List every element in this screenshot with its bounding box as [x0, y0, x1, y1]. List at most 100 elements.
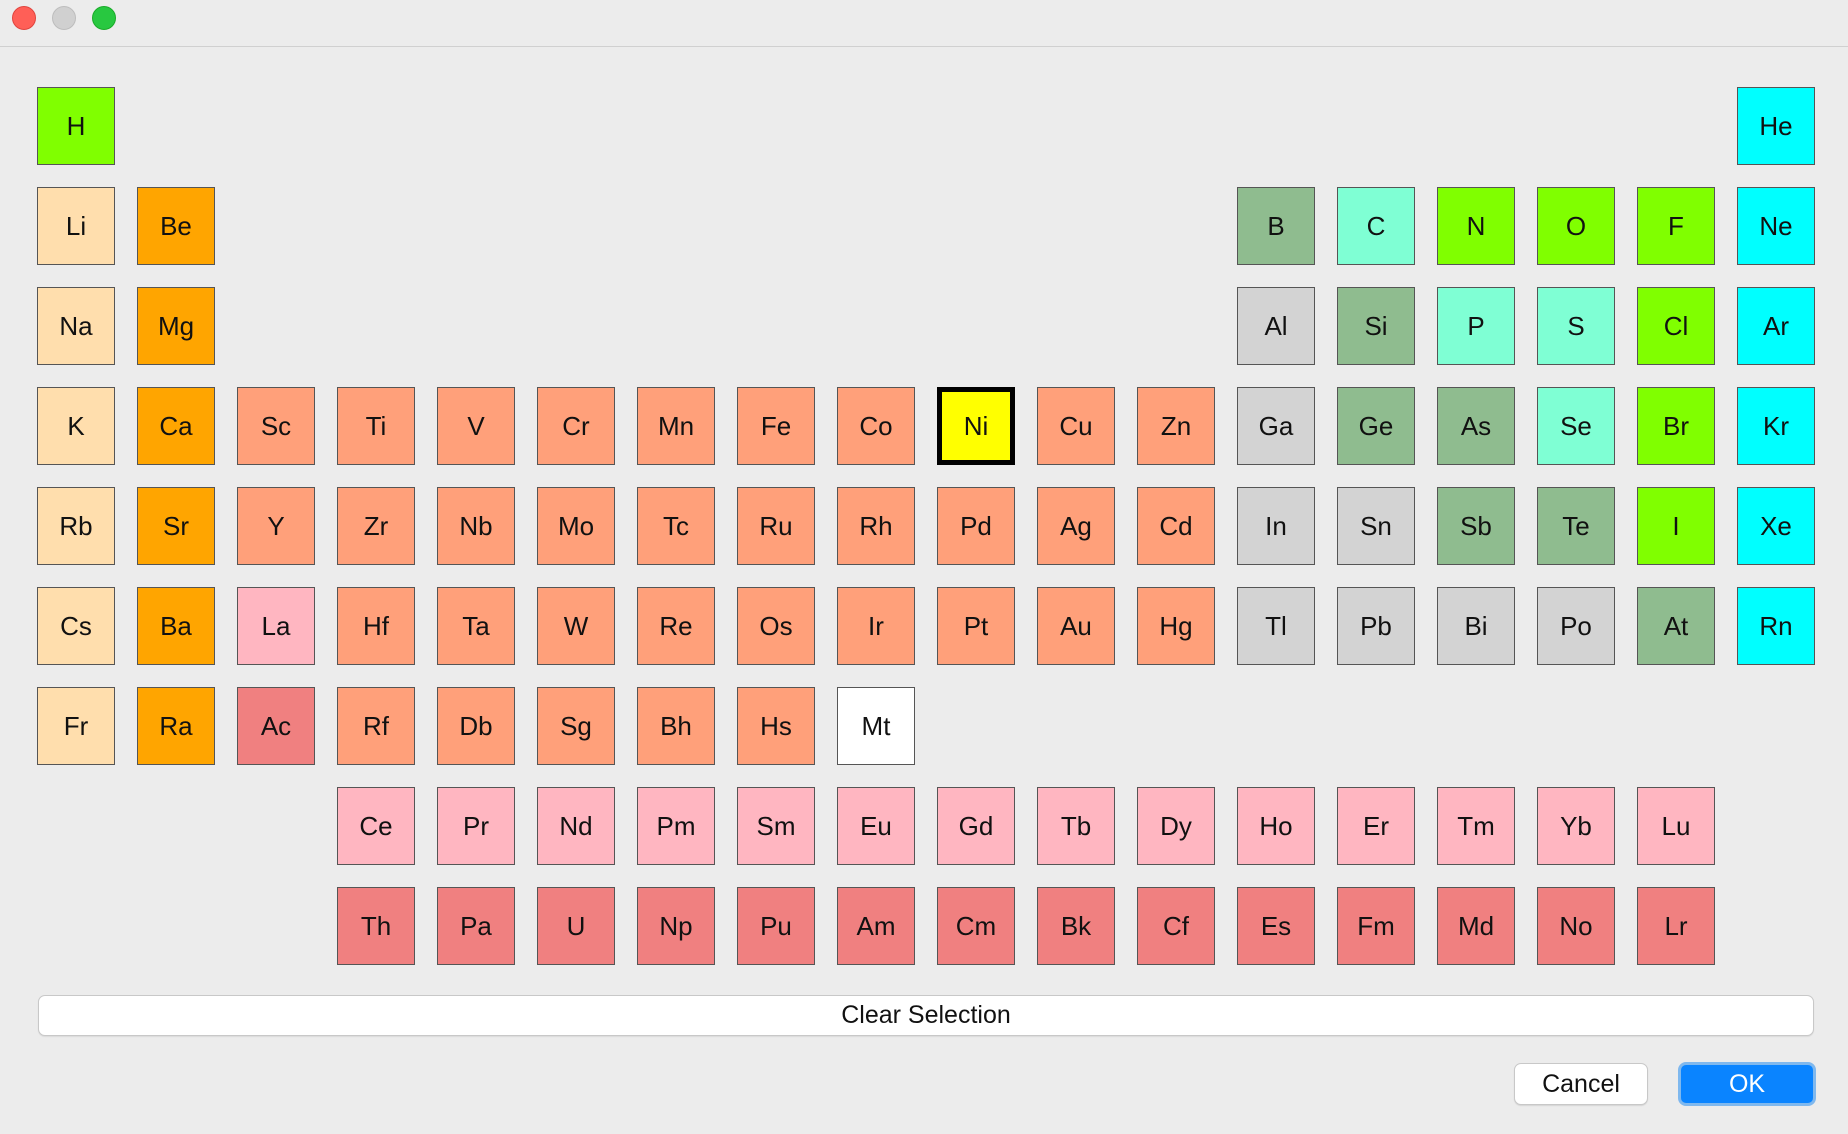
- element-yb[interactable]: Yb: [1537, 787, 1615, 865]
- element-na[interactable]: Na: [37, 287, 115, 365]
- element-hg[interactable]: Hg: [1137, 587, 1215, 665]
- element-hf[interactable]: Hf: [337, 587, 415, 665]
- element-ca[interactable]: Ca: [137, 387, 215, 465]
- element-mn[interactable]: Mn: [637, 387, 715, 465]
- element-fm[interactable]: Fm: [1337, 887, 1415, 965]
- element-u[interactable]: U: [537, 887, 615, 965]
- element-hs[interactable]: Hs: [737, 687, 815, 765]
- element-zr[interactable]: Zr: [337, 487, 415, 565]
- element-cu[interactable]: Cu: [1037, 387, 1115, 465]
- element-gd[interactable]: Gd: [937, 787, 1015, 865]
- element-sr[interactable]: Sr: [137, 487, 215, 565]
- element-cl[interactable]: Cl: [1637, 287, 1715, 365]
- element-sm[interactable]: Sm: [737, 787, 815, 865]
- element-mo[interactable]: Mo: [537, 487, 615, 565]
- element-ar[interactable]: Ar: [1737, 287, 1815, 365]
- element-cr[interactable]: Cr: [537, 387, 615, 465]
- element-s[interactable]: S: [1537, 287, 1615, 365]
- element-cf[interactable]: Cf: [1137, 887, 1215, 965]
- element-te[interactable]: Te: [1537, 487, 1615, 565]
- element-f[interactable]: F: [1637, 187, 1715, 265]
- element-rn[interactable]: Rn: [1737, 587, 1815, 665]
- element-at[interactable]: At: [1637, 587, 1715, 665]
- element-bi[interactable]: Bi: [1437, 587, 1515, 665]
- element-la[interactable]: La: [237, 587, 315, 665]
- element-bk[interactable]: Bk: [1037, 887, 1115, 965]
- element-tb[interactable]: Tb: [1037, 787, 1115, 865]
- element-in[interactable]: In: [1237, 487, 1315, 565]
- element-w[interactable]: W: [537, 587, 615, 665]
- element-sn[interactable]: Sn: [1337, 487, 1415, 565]
- cancel-button[interactable]: Cancel: [1514, 1063, 1648, 1105]
- element-fr[interactable]: Fr: [37, 687, 115, 765]
- element-se[interactable]: Se: [1537, 387, 1615, 465]
- element-pt[interactable]: Pt: [937, 587, 1015, 665]
- element-kr[interactable]: Kr: [1737, 387, 1815, 465]
- element-tl[interactable]: Tl: [1237, 587, 1315, 665]
- element-nb[interactable]: Nb: [437, 487, 515, 565]
- element-er[interactable]: Er: [1337, 787, 1415, 865]
- element-ce[interactable]: Ce: [337, 787, 415, 865]
- element-pd[interactable]: Pd: [937, 487, 1015, 565]
- element-rf[interactable]: Rf: [337, 687, 415, 765]
- element-md[interactable]: Md: [1437, 887, 1515, 965]
- element-c[interactable]: C: [1337, 187, 1415, 265]
- element-zn[interactable]: Zn: [1137, 387, 1215, 465]
- element-ra[interactable]: Ra: [137, 687, 215, 765]
- element-lr[interactable]: Lr: [1637, 887, 1715, 965]
- element-v[interactable]: V: [437, 387, 515, 465]
- element-ni[interactable]: Ni: [937, 387, 1015, 465]
- window-zoom-button[interactable]: [92, 6, 116, 30]
- element-eu[interactable]: Eu: [837, 787, 915, 865]
- element-cd[interactable]: Cd: [1137, 487, 1215, 565]
- element-i[interactable]: I: [1637, 487, 1715, 565]
- element-re[interactable]: Re: [637, 587, 715, 665]
- element-cs[interactable]: Cs: [37, 587, 115, 665]
- element-sb[interactable]: Sb: [1437, 487, 1515, 565]
- element-h[interactable]: H: [37, 87, 115, 165]
- element-pb[interactable]: Pb: [1337, 587, 1415, 665]
- element-ac[interactable]: Ac: [237, 687, 315, 765]
- window-minimize-button[interactable]: [52, 6, 76, 30]
- element-am[interactable]: Am: [837, 887, 915, 965]
- element-ti[interactable]: Ti: [337, 387, 415, 465]
- element-no[interactable]: No: [1537, 887, 1615, 965]
- element-nd[interactable]: Nd: [537, 787, 615, 865]
- element-ne[interactable]: Ne: [1737, 187, 1815, 265]
- window-close-button[interactable]: [12, 6, 36, 30]
- element-y[interactable]: Y: [237, 487, 315, 565]
- element-k[interactable]: K: [37, 387, 115, 465]
- element-as[interactable]: As: [1437, 387, 1515, 465]
- element-xe[interactable]: Xe: [1737, 487, 1815, 565]
- element-ru[interactable]: Ru: [737, 487, 815, 565]
- element-sg[interactable]: Sg: [537, 687, 615, 765]
- element-li[interactable]: Li: [37, 187, 115, 265]
- element-os[interactable]: Os: [737, 587, 815, 665]
- element-o[interactable]: O: [1537, 187, 1615, 265]
- element-tm[interactable]: Tm: [1437, 787, 1515, 865]
- element-al[interactable]: Al: [1237, 287, 1315, 365]
- element-br[interactable]: Br: [1637, 387, 1715, 465]
- element-au[interactable]: Au: [1037, 587, 1115, 665]
- element-th[interactable]: Th: [337, 887, 415, 965]
- ok-button[interactable]: OK: [1678, 1062, 1816, 1106]
- element-p[interactable]: P: [1437, 287, 1515, 365]
- element-db[interactable]: Db: [437, 687, 515, 765]
- element-he[interactable]: He: [1737, 87, 1815, 165]
- element-be[interactable]: Be: [137, 187, 215, 265]
- element-n[interactable]: N: [1437, 187, 1515, 265]
- element-ba[interactable]: Ba: [137, 587, 215, 665]
- element-ag[interactable]: Ag: [1037, 487, 1115, 565]
- element-pu[interactable]: Pu: [737, 887, 815, 965]
- element-ge[interactable]: Ge: [1337, 387, 1415, 465]
- element-pr[interactable]: Pr: [437, 787, 515, 865]
- element-rh[interactable]: Rh: [837, 487, 915, 565]
- element-po[interactable]: Po: [1537, 587, 1615, 665]
- element-b[interactable]: B: [1237, 187, 1315, 265]
- element-ta[interactable]: Ta: [437, 587, 515, 665]
- element-si[interactable]: Si: [1337, 287, 1415, 365]
- element-lu[interactable]: Lu: [1637, 787, 1715, 865]
- element-dy[interactable]: Dy: [1137, 787, 1215, 865]
- element-pa[interactable]: Pa: [437, 887, 515, 965]
- element-fe[interactable]: Fe: [737, 387, 815, 465]
